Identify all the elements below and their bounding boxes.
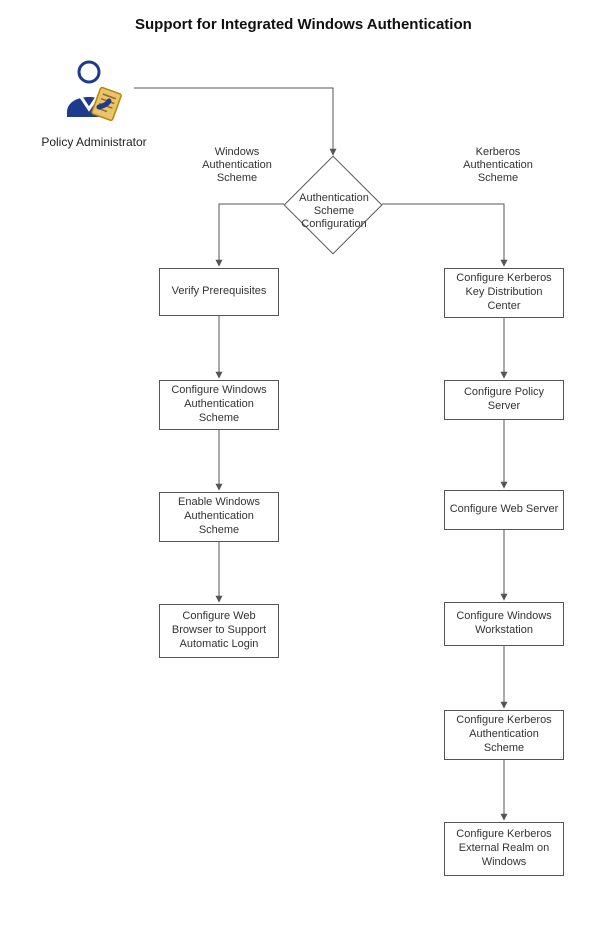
actor-label: Policy Administrator (34, 135, 154, 149)
right-step-6: Configure Kerberos External Realm on Win… (444, 822, 564, 876)
left-step-4: Configure Web Browser to Support Automat… (159, 604, 279, 658)
right-step-4: Configure Windows Workstation (444, 602, 564, 646)
decision-label: Authentication Scheme Configuration (284, 192, 384, 232)
actor-icon (59, 57, 129, 131)
branch-label-right: Kerberos Authentication Scheme (458, 146, 538, 186)
flowchart-canvas: Support for Integrated Windows Authentic… (0, 0, 616, 949)
left-step-2: Configure Windows Authentication Scheme (159, 380, 279, 430)
left-step-1: Verify Prerequisites (159, 268, 279, 316)
right-step-3: Configure Web Server (444, 490, 564, 530)
right-step-2: Configure Policy Server (444, 380, 564, 420)
left-step-3: Enable Windows Authentication Scheme (159, 492, 279, 542)
right-step-5: Configure Kerberos Authentication Scheme (444, 710, 564, 760)
page-title: Support for Integrated Windows Authentic… (135, 16, 472, 33)
branch-label-left: Windows Authentication Scheme (197, 146, 277, 186)
right-step-1: Configure Kerberos Key Distribution Cent… (444, 268, 564, 318)
